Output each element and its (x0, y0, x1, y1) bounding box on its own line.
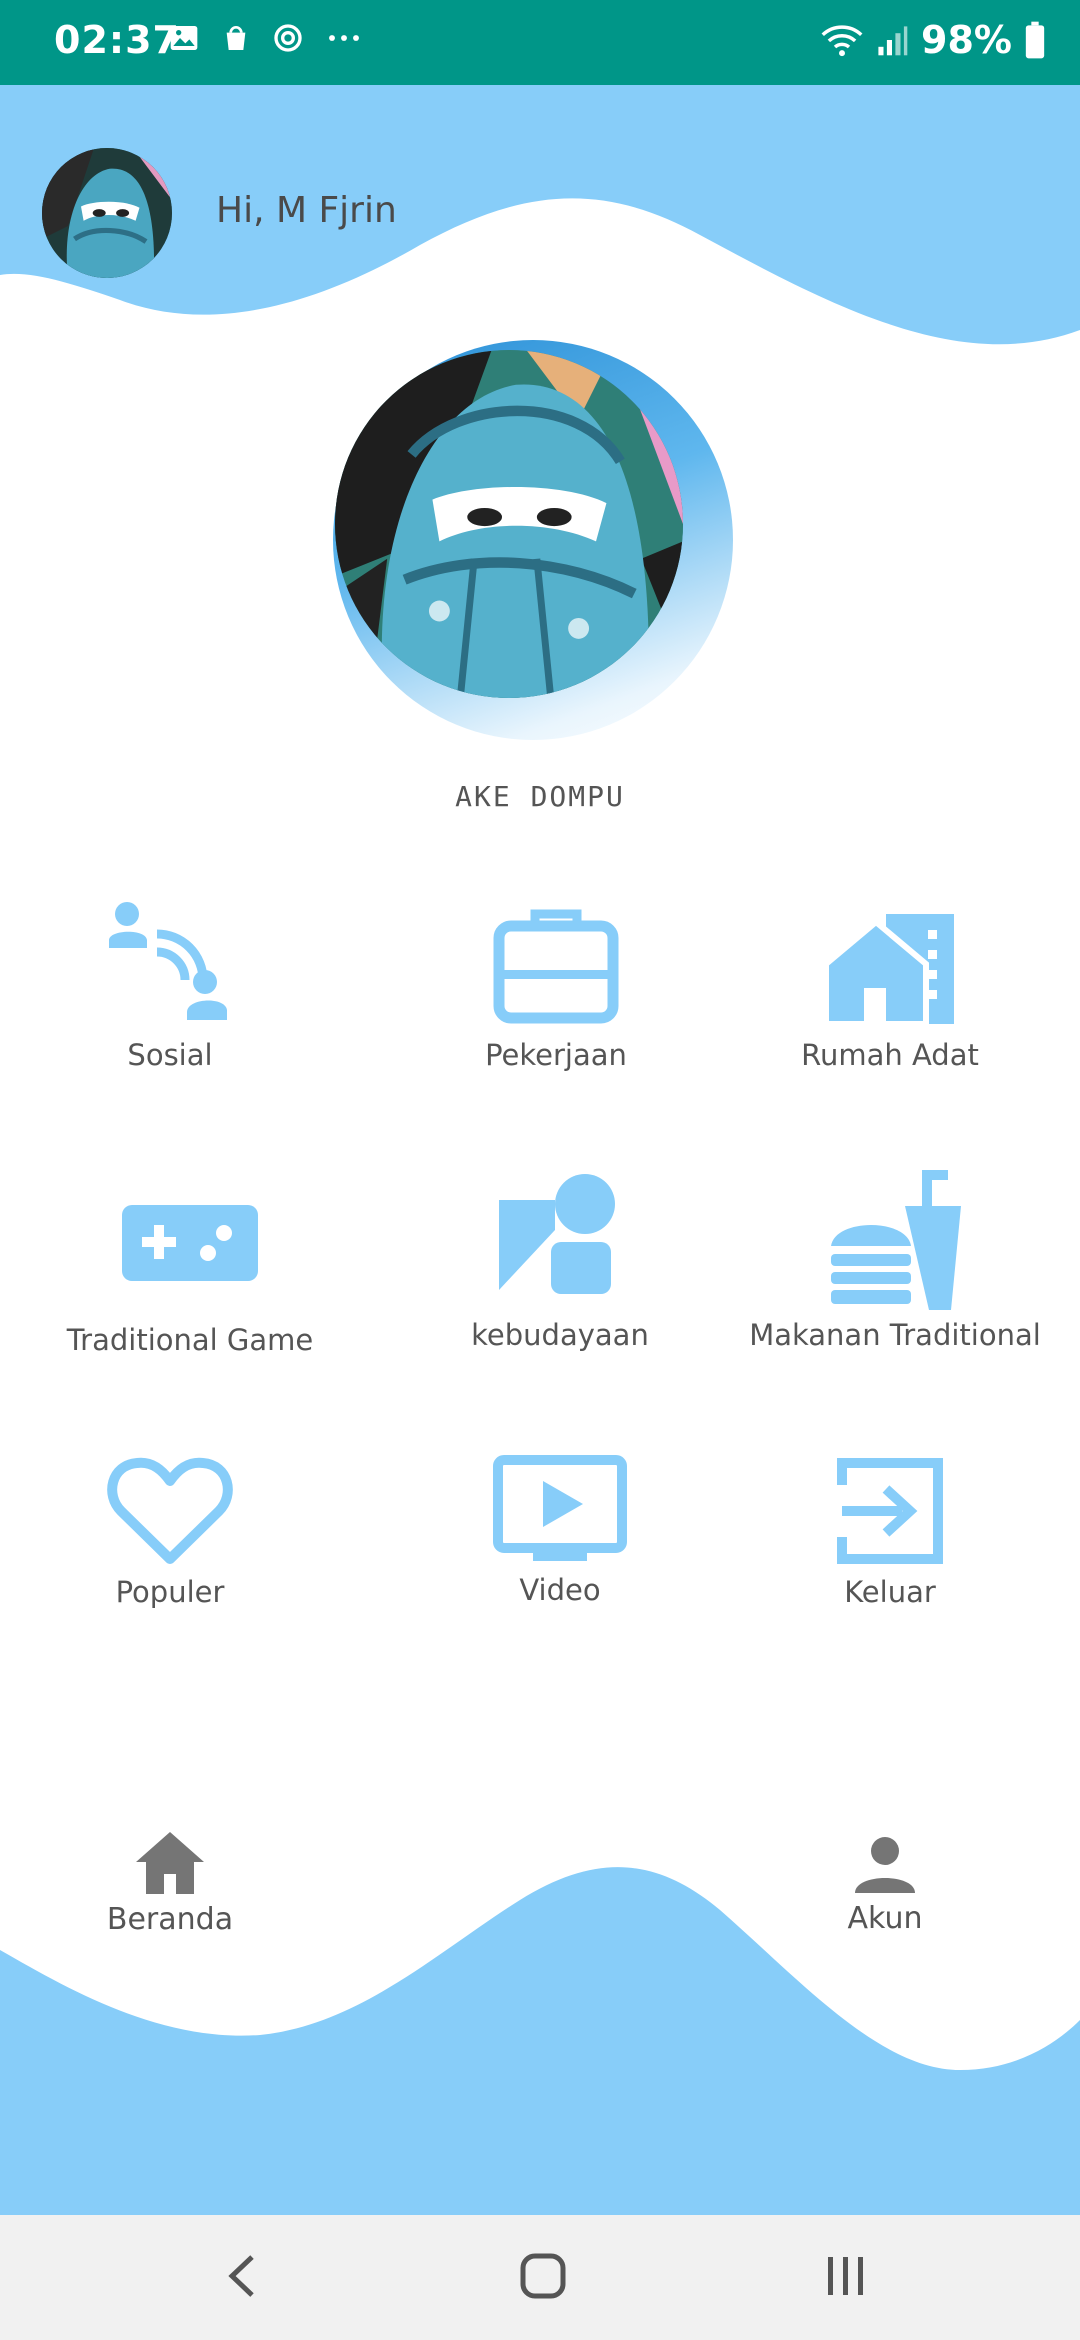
menu-label: Rumah Adat (801, 1038, 979, 1072)
profile-image (335, 350, 683, 698)
menu-item-makanan-traditional[interactable]: Makanan Traditional (735, 1170, 1055, 1352)
briefcase-icon (493, 909, 619, 1024)
menu-label: Video (519, 1573, 601, 1607)
home-icon (136, 1832, 204, 1894)
culture-icon (499, 1174, 615, 1294)
greeting-text: Hi, M Fjrin (216, 190, 397, 231)
heart-icon (107, 1457, 233, 1564)
battery-percent: 98% (921, 18, 1012, 62)
menu-item-pekerjaan[interactable]: Pekerjaan (456, 900, 656, 1072)
signal-icon (878, 26, 908, 56)
social-icon (109, 902, 227, 1020)
nav-home-label: Beranda (106, 1902, 234, 1937)
menu-label: Sosial (127, 1038, 213, 1072)
home-button-icon[interactable] (519, 2251, 567, 2301)
person-icon (855, 1837, 915, 1893)
bag-icon (226, 26, 246, 50)
back-icon[interactable] (220, 2251, 264, 2301)
menu-label: Keluar (844, 1575, 936, 1609)
menu-label: kebudayaan (471, 1318, 649, 1352)
user-avatar[interactable] (42, 148, 172, 278)
more-icon (329, 35, 359, 41)
menu-label: Traditional Game (66, 1323, 314, 1357)
avatar-illustration (42, 148, 172, 278)
menu-label: Makanan Traditional (749, 1318, 1041, 1352)
menu-label: Populer (115, 1575, 225, 1609)
video-icon (493, 1455, 627, 1561)
status-time: 02:37 (54, 18, 180, 62)
wifi-icon (821, 25, 863, 57)
menu-item-sosial[interactable]: Sosial (70, 900, 270, 1072)
nav-home[interactable]: Beranda (100, 1830, 240, 1937)
menu-item-keluar[interactable]: Keluar (790, 1455, 990, 1609)
menu-item-video[interactable]: Video (460, 1455, 660, 1607)
image-icon (170, 26, 198, 50)
status-notification-icons (168, 22, 364, 54)
food-icon (831, 1170, 961, 1310)
exit-icon (837, 1458, 943, 1564)
battery-icon (1025, 21, 1045, 59)
sync-icon (274, 24, 302, 52)
status-system-icons: 98% (821, 18, 1046, 62)
gamepad-icon (122, 1205, 258, 1281)
menu-label: Pekerjaan (485, 1038, 627, 1072)
menu-item-traditional-game[interactable]: Traditional Game (60, 1175, 320, 1357)
menu-item-rumah-adat[interactable]: Rumah Adat (790, 900, 990, 1072)
nav-account[interactable]: Akun (820, 1835, 950, 1936)
menu-item-kebudayaan[interactable]: kebudayaan (460, 1170, 660, 1352)
menu-item-populer[interactable]: Populer (70, 1455, 270, 1609)
house-icon (823, 914, 954, 1027)
nav-account-label: Akun (847, 1901, 923, 1936)
profile-illustration (335, 350, 683, 698)
recents-icon[interactable] (822, 2251, 870, 2301)
app-title: AKE DOMPU (455, 780, 625, 813)
system-navigation-bar (0, 2215, 1080, 2340)
status-bar: 02:37 98% (0, 0, 1080, 85)
